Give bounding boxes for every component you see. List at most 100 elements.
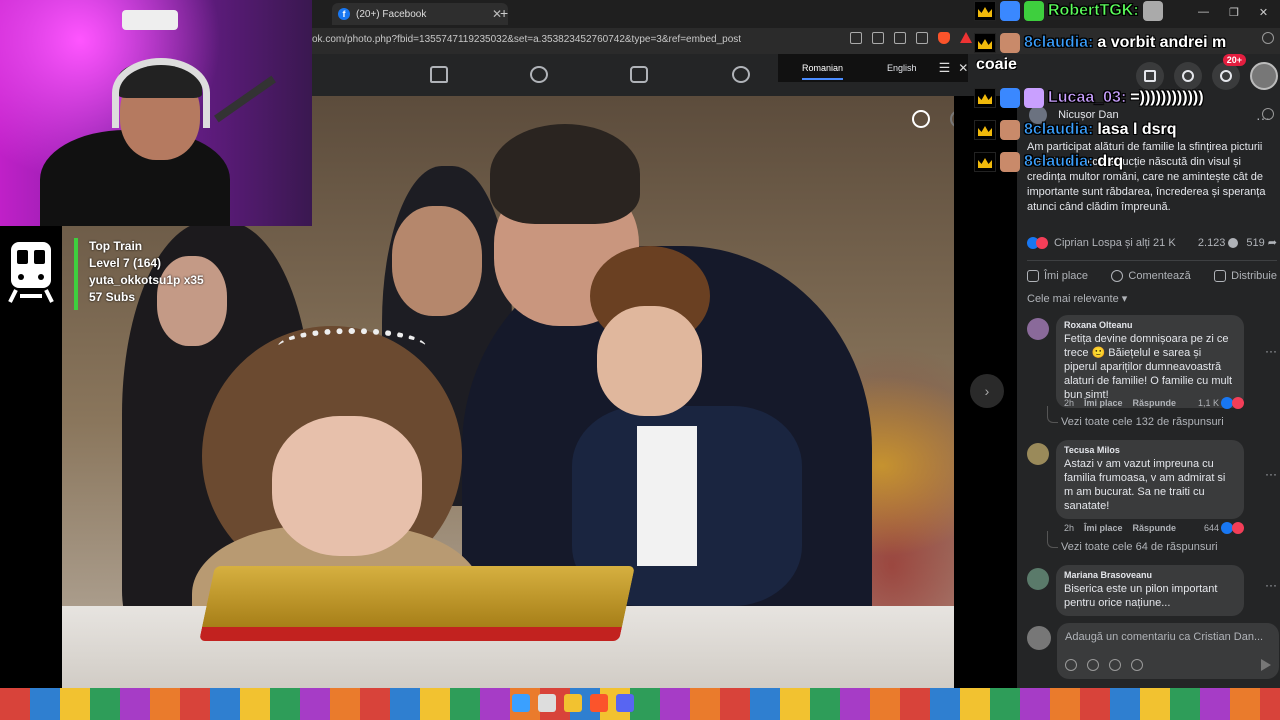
send-icon[interactable] <box>1261 659 1271 671</box>
commenter-avatar[interactable] <box>1027 318 1049 340</box>
train-level: Level 7 (164) <box>89 256 162 270</box>
pixel-avatar-icon <box>1000 152 1020 172</box>
translate-tab-target[interactable]: English <box>887 63 917 73</box>
post-actions: Îmi place Comentează Distribuie <box>1027 260 1277 286</box>
brave-shield-icon[interactable] <box>938 32 950 44</box>
windows-start-icon[interactable] <box>512 694 530 712</box>
share-count[interactable]: 519 <box>1246 237 1264 249</box>
next-photo-button[interactable]: › <box>970 374 1004 408</box>
view-replies-link[interactable]: Vezi toate cele 64 de răspunsuri <box>1047 531 1218 553</box>
avatar-sticker-icon[interactable] <box>1065 659 1077 671</box>
comment-count-icon <box>1228 237 1239 248</box>
chat-message: RobertTGK: <box>974 1 1167 21</box>
comment-reply-link[interactable]: Răspunde <box>1133 523 1177 533</box>
webcam-headset <box>112 58 210 128</box>
brave-rewards-icon[interactable] <box>960 32 972 43</box>
emoji-icon[interactable] <box>1087 659 1099 671</box>
crown-badge-icon <box>974 88 996 108</box>
current-user-avatar[interactable] <box>1027 626 1051 650</box>
commenter-name[interactable]: Tecusa Milos <box>1064 445 1236 455</box>
windows-taskbar <box>0 688 1280 720</box>
translate-close-icon[interactable]: ✕ <box>958 61 968 75</box>
task-view-icon[interactable] <box>538 694 556 712</box>
gif-icon[interactable] <box>1131 659 1143 671</box>
translate-menu-icon[interactable]: ☰ <box>939 60 951 76</box>
view-replies-link[interactable]: Vezi toate cele 132 de răspunsuri <box>1047 406 1224 428</box>
comment-reply-link[interactable]: Răspunde <box>1133 398 1177 408</box>
zoom-out-icon[interactable] <box>950 110 954 128</box>
commenter-avatar[interactable] <box>1027 443 1049 465</box>
comment-composer: Adaugă un comentariu ca Cristian Dan... <box>1027 623 1279 682</box>
comment-time[interactable]: 2h <box>1064 523 1074 533</box>
chat-message: 8claudia: a vorbit andrei m <box>974 33 1226 53</box>
webcam-air-conditioner <box>122 10 178 30</box>
chat-text: drq <box>1097 153 1124 170</box>
commenter-name[interactable]: Roxana Olteanu <box>1064 320 1236 330</box>
chat-message: 8claudia: lasa l dsrq <box>974 120 1177 140</box>
comment-label: Comentează <box>1128 269 1191 282</box>
comment-options-icon[interactable]: ··· <box>1265 578 1277 592</box>
discord-icon[interactable] <box>616 694 634 712</box>
chat-username[interactable]: Lucaa_03: <box>1048 89 1127 107</box>
friends-icon[interactable] <box>530 66 548 83</box>
zoom-in-icon[interactable] <box>912 110 930 128</box>
pixel-avatar-icon <box>1000 1 1020 21</box>
home-icon[interactable] <box>430 66 448 83</box>
chat-text: lasa l dsrq <box>1097 121 1177 138</box>
translate-tab-source[interactable]: Romanian <box>802 63 844 80</box>
share-icon[interactable] <box>916 32 928 44</box>
url-text[interactable]: ok.com/photo.php?fbid=1355747119235032&s… <box>312 34 741 45</box>
address-bar-icons <box>850 32 972 44</box>
chat-text: a vorbit andrei m <box>1097 34 1227 51</box>
chat-username[interactable]: 8claudia: <box>1024 121 1094 139</box>
comment-input[interactable]: Adaugă un comentariu ca Cristian Dan... <box>1057 623 1279 679</box>
chat-message: Lucaa_03: =)))))))))))) <box>974 88 1204 108</box>
share-button[interactable]: Distribuie <box>1214 269 1277 282</box>
comment-likes[interactable]: 644 <box>1204 522 1244 534</box>
video-icon[interactable] <box>630 66 648 83</box>
translate-popup: Romanian English ☰ ✕ <box>778 54 968 82</box>
train-subs: 57 Subs <box>89 290 136 304</box>
translate-icon[interactable] <box>872 32 884 44</box>
comment-sort-dropdown[interactable]: Cele mai relevante ▾ <box>1027 292 1127 305</box>
commenter-avatar[interactable] <box>1027 568 1049 590</box>
new-tab-icon[interactable]: + <box>500 5 508 21</box>
photo-boy-shirt <box>637 426 697 566</box>
chat-username[interactable]: RobertTGK: <box>1048 2 1139 20</box>
comment-time[interactable]: 2h <box>1064 398 1074 408</box>
chat-username[interactable]: 8claudia: <box>1024 153 1094 171</box>
share-label: Distribuie <box>1231 269 1277 282</box>
comment-options-icon[interactable]: ··· <box>1265 344 1277 358</box>
chat-text: =)))))))))))) <box>1130 89 1204 106</box>
comment-button[interactable]: Comentează <box>1111 269 1191 282</box>
photo-girl-face <box>272 416 422 556</box>
comment-bubble: Tecusa Milos Astazi v am vazut impreuna … <box>1056 440 1244 519</box>
sort-label: Cele mai relevante <box>1027 293 1119 305</box>
browser-tab-facebook[interactable]: f (20+) Facebook ✕ <box>332 3 508 25</box>
reactions-summary[interactable]: Ciprian Lospa și alți 21 K <box>1054 237 1176 249</box>
explorer-icon[interactable] <box>564 694 582 712</box>
tab-title: (20+) Facebook <box>356 8 427 20</box>
photo-headband <box>277 328 427 368</box>
comment-likes[interactable]: 1,1 K <box>1198 397 1244 409</box>
comment-meta: 2h Îmi place Răspunde 1,1 K <box>1064 397 1244 409</box>
chevron-right-icon: › <box>984 383 990 399</box>
brave-icon[interactable] <box>590 694 608 712</box>
chevron-down-icon: ▾ <box>1121 293 1128 305</box>
comment-count[interactable]: 2.123 <box>1198 237 1226 249</box>
comment-icon <box>1111 269 1124 282</box>
comment-options-icon[interactable]: ··· <box>1265 467 1277 481</box>
commenter-name[interactable]: Mariana Brasoveanu <box>1064 570 1236 580</box>
install-app-icon[interactable] <box>850 32 862 44</box>
camera-icon[interactable] <box>1109 659 1121 671</box>
comment-like-link[interactable]: Îmi place <box>1084 523 1123 533</box>
love-reaction-icon <box>1036 236 1048 249</box>
crown-badge-icon <box>974 33 996 53</box>
chat-username[interactable]: 8claudia: <box>1024 34 1094 52</box>
zoom-icon[interactable] <box>894 32 906 44</box>
comment-input-placeholder: Adaugă un comentariu ca Cristian Dan... <box>1065 631 1264 643</box>
streamer-webcam <box>0 0 312 226</box>
like-button[interactable]: Îmi place <box>1027 269 1088 282</box>
groups-icon[interactable] <box>732 66 750 83</box>
comment-like-link[interactable]: Îmi place <box>1084 398 1123 408</box>
